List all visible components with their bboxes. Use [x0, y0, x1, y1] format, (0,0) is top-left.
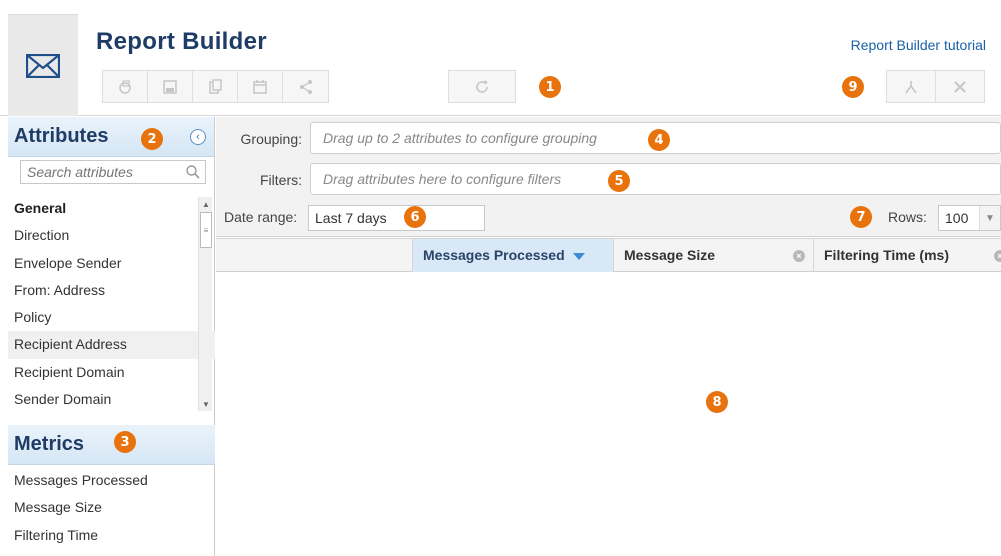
callout-badge-2: 2 [141, 128, 163, 150]
attribute-group-general: General [14, 200, 67, 216]
remove-column-icon[interactable]: × [994, 250, 1001, 262]
callout-badge-6: 6 [404, 206, 426, 228]
callout-badge-8: 8 [706, 391, 728, 413]
export-toolbar [886, 70, 985, 103]
metric-item-message-size[interactable]: Message Size [8, 494, 215, 521]
date-range-label: Date range: [224, 209, 298, 225]
clipboard-icon [209, 78, 222, 94]
rows-select[interactable]: 100 ▼ [938, 205, 1001, 231]
attribute-item-from-address[interactable]: From: Address [8, 277, 215, 304]
metrics-title: Metrics [14, 433, 85, 455]
column-header-label: Messages Processed [423, 247, 565, 263]
chevron-left-icon: ‹ [196, 131, 200, 143]
date-range-field[interactable]: Last 7 days [308, 205, 485, 231]
refresh-toolbar [448, 70, 516, 103]
sidebar: Attributes ‹ General Direction Envelope … [8, 117, 215, 556]
envelope-icon [26, 53, 60, 78]
share-button[interactable] [283, 71, 328, 102]
search-icon [186, 165, 200, 179]
grouping-label: Grouping: [240, 131, 302, 147]
clipboard-button[interactable] [193, 71, 238, 102]
callout-badge-3: 3 [114, 431, 136, 453]
column-header-group [216, 239, 412, 272]
save-icon [163, 79, 177, 94]
scroll-up-arrow-icon[interactable]: ▲ [199, 197, 213, 211]
column-header-message-size[interactable]: Message Size × [613, 239, 813, 272]
excel-export-button[interactable] [936, 71, 984, 102]
search-attributes-input[interactable] [21, 161, 205, 183]
attribute-item-recipient-address[interactable]: Recipient Address [8, 331, 215, 359]
callout-badge-1: 1 [539, 76, 561, 98]
sort-descending-icon [572, 252, 585, 260]
attribute-item-direction[interactable]: Direction [8, 222, 215, 249]
metric-item-filtering-time[interactable]: Filtering Time [8, 522, 215, 549]
column-header-messages-processed[interactable]: Messages Processed [412, 239, 613, 272]
refresh-icon [476, 79, 488, 93]
filters-label: Filters: [260, 172, 302, 188]
attribute-item-sender-domain[interactable]: Sender Domain [8, 386, 215, 412]
column-header-filtering-time[interactable]: Filtering Time (ms) × [813, 239, 1001, 272]
save-button[interactable] [148, 71, 193, 102]
excel-export-icon [954, 80, 966, 93]
attribute-item-policy[interactable]: Policy [8, 304, 215, 331]
attribute-list-scrollbar[interactable]: ▲ ≡ ▼ [198, 197, 212, 411]
tutorial-link[interactable]: Report Builder tutorial [851, 37, 986, 53]
metrics-panel-header: Metrics [8, 425, 215, 465]
rows-label: Rows: [888, 209, 927, 225]
attribute-search [20, 160, 206, 184]
report-actions-toolbar [102, 70, 329, 103]
copy-report-icon [119, 79, 131, 94]
callout-badge-4: 4 [648, 129, 670, 151]
page-title: Report Builder [96, 28, 267, 55]
filters-drop-zone[interactable]: Drag attributes here to configure filter… [310, 163, 1001, 195]
scroll-thumb[interactable]: ≡ [200, 212, 212, 248]
attributes-title: Attributes [14, 125, 109, 147]
attributes-panel-header: Attributes [8, 117, 214, 157]
pdf-export-icon [905, 80, 917, 93]
attribute-item-recipient-domain[interactable]: Recipient Domain [8, 359, 215, 386]
schedule-button[interactable] [238, 71, 283, 102]
callout-badge-5: 5 [608, 170, 630, 192]
metric-item-messages-processed[interactable]: Messages Processed [8, 467, 215, 494]
metrics-list: Messages Processed Message Size Filterin… [8, 467, 215, 549]
app-header: Report Builder Report Builder tutorial [0, 0, 1001, 116]
attribute-list: General Direction Envelope Sender From: … [8, 195, 215, 412]
copy-report-button[interactable] [103, 71, 148, 102]
chevron-down-icon[interactable]: ▼ [979, 206, 1000, 230]
scroll-down-arrow-icon[interactable]: ▼ [199, 397, 213, 411]
pdf-export-button[interactable] [887, 71, 936, 102]
share-icon [299, 79, 312, 94]
app-logo [8, 14, 78, 116]
rows-value: 100 [945, 210, 969, 226]
column-header-label: Filtering Time (ms) [824, 247, 949, 263]
results-table-body [216, 272, 1001, 556]
refresh-button[interactable] [449, 71, 515, 102]
callout-badge-9: 9 [842, 76, 864, 98]
remove-column-icon[interactable]: × [793, 250, 805, 262]
attribute-item-envelope-sender[interactable]: Envelope Sender [8, 250, 215, 277]
callout-badge-7: 7 [850, 206, 872, 228]
column-header-label: Message Size [624, 247, 716, 263]
collapse-sidebar-button[interactable]: ‹ [190, 129, 206, 145]
schedule-calendar-icon [253, 79, 267, 94]
results-table-header: Messages Processed Message Size × Filter… [216, 238, 1001, 272]
